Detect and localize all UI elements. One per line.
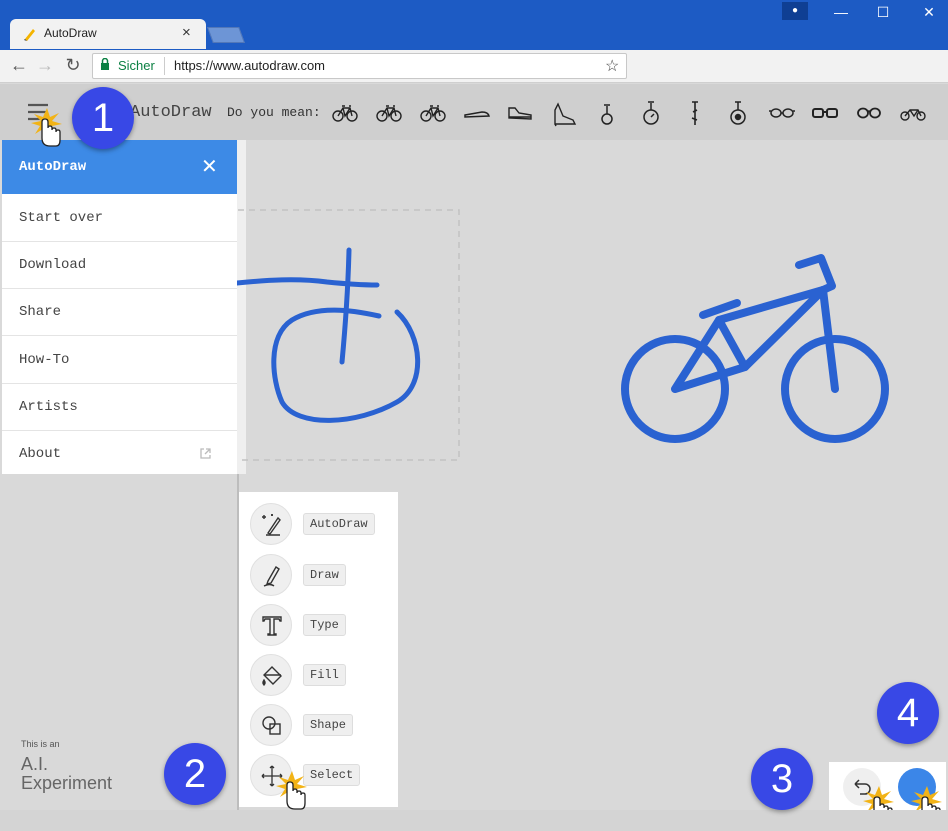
address-bar[interactable] <box>92 53 627 79</box>
autodraw-favicon-icon <box>24 29 35 41</box>
tool-autodraw-button[interactable] <box>250 503 292 545</box>
fill-bucket-icon <box>262 666 282 686</box>
step-badge-3: 3 <box>751 748 813 810</box>
bottom-bar <box>0 810 948 831</box>
tab-close-icon[interactable]: × <box>182 24 191 41</box>
selection-box <box>237 209 460 461</box>
menu-label: Share <box>19 304 62 320</box>
hand-cursor-icon <box>31 108 62 147</box>
suggestion-glasses-icon[interactable] <box>854 98 884 128</box>
back-arrow-icon[interactable]: ← <box>8 55 30 76</box>
drawer-close-icon[interactable]: ✕ <box>201 154 218 179</box>
suggestion-bicycle-icon[interactable] <box>418 98 448 128</box>
ai-experiment-caption: This is an <box>21 739 60 749</box>
step-badge-4: 4 <box>877 682 939 744</box>
bookmark-star-icon[interactable]: ☆ <box>605 56 619 76</box>
bicycle-drawing <box>621 254 889 443</box>
user-profile-icon[interactable]: ● <box>782 2 808 20</box>
secure-label: Sicher <box>118 58 155 73</box>
suggestion-unicycle-icon[interactable] <box>680 98 710 128</box>
tool-shape-button[interactable] <box>250 704 292 746</box>
app-title: AutoDraw <box>130 103 212 122</box>
autodraw-wand-icon <box>262 514 281 536</box>
menu-label: Artists <box>19 399 78 415</box>
tool-type-label[interactable]: Type <box>303 614 346 636</box>
suggestion-label: Do you mean: <box>227 105 321 120</box>
external-link-icon <box>200 448 211 459</box>
suggestion-unicycle-icon[interactable] <box>723 98 753 128</box>
tool-select-label[interactable]: Select <box>303 764 361 786</box>
menu-label: Download <box>19 257 87 273</box>
menu-label: Start over <box>19 210 104 226</box>
pencil-icon <box>263 566 280 587</box>
text-icon <box>262 616 282 636</box>
shape-icon <box>262 716 281 735</box>
close-window-button[interactable]: ✕ <box>914 4 944 21</box>
suggestion-glasses-icon[interactable] <box>810 98 840 128</box>
suggestion-bicycle-icon[interactable] <box>374 98 404 128</box>
suggestion-high-heel-icon[interactable] <box>549 98 579 128</box>
suggestion-unicycle-icon[interactable] <box>592 98 622 128</box>
tool-fill-button[interactable] <box>250 654 292 696</box>
menu-label: About <box>19 446 62 462</box>
minimize-button[interactable]: — <box>826 4 856 20</box>
tab-title: AutoDraw <box>44 26 97 40</box>
tool-autodraw-label[interactable]: AutoDraw <box>303 513 375 535</box>
new-tab-button[interactable] <box>207 27 245 43</box>
suggestion-unicycle-icon[interactable] <box>636 98 666 128</box>
step-badge-2: 2 <box>164 743 226 805</box>
lock-icon <box>101 58 109 70</box>
tool-shape-label[interactable]: Shape <box>303 714 354 736</box>
suggestion-glasses-icon[interactable] <box>767 98 797 128</box>
suggestion-motorcycle-icon[interactable] <box>898 98 928 128</box>
drawer-title: AutoDraw <box>19 159 87 175</box>
ai-logo-line-2: Experiment <box>21 773 113 793</box>
reload-icon[interactable]: ↻ <box>62 55 84 76</box>
suggestion-sneaker-icon[interactable] <box>505 98 535 128</box>
tool-type-button[interactable] <box>250 604 292 646</box>
step-badge-1: 1 <box>72 87 134 149</box>
tool-draw-label[interactable]: Draw <box>303 564 346 586</box>
tool-fill-label[interactable]: Fill <box>303 664 346 686</box>
ai-logo-line-1: A.I. <box>21 754 49 774</box>
url-text[interactable]: https://www.autodraw.com <box>174 58 325 73</box>
address-divider <box>164 57 165 75</box>
menu-label: How-To <box>19 352 70 368</box>
suggestion-shoe-icon[interactable] <box>462 98 492 128</box>
hand-cursor-icon <box>276 771 307 810</box>
ai-experiment-logo[interactable]: A.I. Experiment <box>21 755 112 793</box>
tool-draw-button[interactable] <box>250 554 292 596</box>
suggestion-bicycle-icon[interactable] <box>330 98 360 128</box>
forward-arrow-icon[interactable]: → <box>34 55 56 76</box>
maximize-button[interactable]: ☐ <box>868 4 898 21</box>
browser-tab[interactable] <box>10 19 206 49</box>
user-doodle <box>237 247 421 423</box>
